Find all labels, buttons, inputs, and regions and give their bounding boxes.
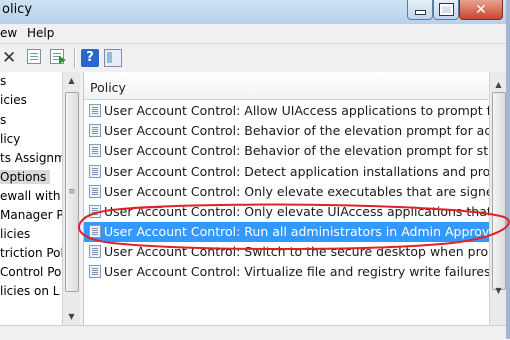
policy-list-scrollbar[interactable]: ▲ ▼: [489, 72, 507, 325]
scroll-down-icon[interactable]: ▼: [63, 308, 80, 325]
tree-item[interactable]: Control Pol: [0, 265, 62, 279]
delete-icon[interactable]: ✕: [2, 49, 20, 67]
title-bar: olicy ✕: [0, 0, 510, 24]
tree-pane: s icies s licy ts Assignm Options ewall with …: [0, 72, 62, 325]
policy-icon: [89, 124, 101, 137]
maximize-button[interactable]: [433, 0, 459, 20]
tree-item[interactable]: triction Pol: [0, 246, 62, 260]
menu-view[interactable]: ew: [0, 26, 17, 40]
policy-name: User Account Control: Behavior of the el…: [104, 123, 490, 138]
policy-list-scroll-thumb[interactable]: [492, 92, 506, 290]
minimize-icon: [414, 10, 426, 15]
maximize-icon: [438, 3, 454, 16]
export-icon[interactable]: [50, 49, 66, 64]
tree-item[interactable]: ts Assignm: [0, 151, 62, 165]
policy-name: User Account Control: Switch to the secu…: [104, 244, 490, 259]
policy-row[interactable]: User Account Control: Behavior of the el…: [84, 141, 490, 161]
policy-icon: [89, 104, 101, 117]
tree-scrollbar[interactable]: ▲ ≡ ▼: [62, 72, 80, 325]
policy-row[interactable]: User Account Control: Detect application…: [84, 162, 490, 182]
tree-item[interactable]: licies on L: [0, 284, 60, 298]
policy-name: User Account Control: Run all administra…: [104, 224, 490, 239]
tree-scroll-thumb[interactable]: ≡: [65, 92, 79, 292]
policy-row[interactable]: User Account Control: Only elevate execu…: [84, 182, 490, 202]
window-border: [506, 0, 510, 339]
tree-item[interactable]: licy: [0, 132, 20, 146]
policy-icon: [89, 265, 101, 278]
close-button[interactable]: ✕: [459, 0, 503, 20]
policy-icon: [89, 205, 101, 218]
view-icon[interactable]: [104, 49, 122, 67]
tree-item[interactable]: Manager P: [0, 208, 62, 222]
grip-icon: ≡: [68, 187, 76, 197]
policy-list-pane: Policy User Account Control: Allow UIAcc…: [83, 72, 507, 325]
policy-row[interactable]: User Account Control: Behavior of the el…: [84, 121, 490, 141]
scroll-down-icon[interactable]: ▼: [490, 282, 507, 299]
policy-icon: [89, 225, 101, 238]
policy-name: User Account Control: Allow UIAccess app…: [104, 103, 490, 118]
policy-icon: [89, 185, 101, 198]
policy-icon: [89, 245, 101, 258]
policy-icon: [89, 165, 101, 178]
minimize-button[interactable]: [407, 0, 433, 20]
toolbar: ✕ ?: [0, 43, 506, 73]
properties-icon[interactable]: [27, 49, 41, 64]
tree-item[interactable]: s: [0, 74, 6, 88]
policy-row[interactable]: User Account Control: Run all administra…: [84, 222, 490, 242]
horizontal-scrollbar[interactable]: [0, 325, 506, 340]
policy-name: User Account Control: Only elevate UIAcc…: [104, 204, 490, 219]
window-title: olicy: [2, 2, 33, 17]
policy-name: User Account Control: Only elevate execu…: [104, 184, 490, 199]
scroll-up-icon[interactable]: ▲: [63, 72, 80, 89]
column-header-label: Policy: [90, 80, 126, 95]
column-header-policy[interactable]: Policy: [84, 75, 490, 100]
policy-name: User Account Control: Behavior of the el…: [104, 143, 490, 158]
policy-name: User Account Control: Virtualize file an…: [104, 264, 490, 279]
menu-bar: ew Help: [0, 24, 506, 43]
toolbar-separator: [74, 48, 76, 68]
policy-row[interactable]: User Account Control: Switch to the secu…: [84, 242, 490, 262]
tree-item[interactable]: icies: [0, 93, 27, 107]
tree-item[interactable]: s: [0, 113, 6, 127]
menu-help[interactable]: Help: [27, 26, 54, 40]
tree-item[interactable]: Options: [0, 170, 51, 184]
tree-item[interactable]: ewall with A: [0, 189, 62, 203]
policy-name: User Account Control: Detect application…: [104, 164, 490, 179]
policy-row[interactable]: User Account Control: Only elevate UIAcc…: [84, 202, 490, 222]
tree-item[interactable]: licies: [0, 227, 30, 241]
policy-icon: [89, 144, 101, 157]
help-icon[interactable]: ?: [81, 49, 99, 67]
close-icon: ✕: [475, 1, 487, 18]
scroll-up-icon[interactable]: ▲: [490, 76, 507, 93]
policy-row[interactable]: User Account Control: Allow UIAccess app…: [84, 101, 490, 121]
policy-row[interactable]: User Account Control: Virtualize file an…: [84, 262, 490, 282]
